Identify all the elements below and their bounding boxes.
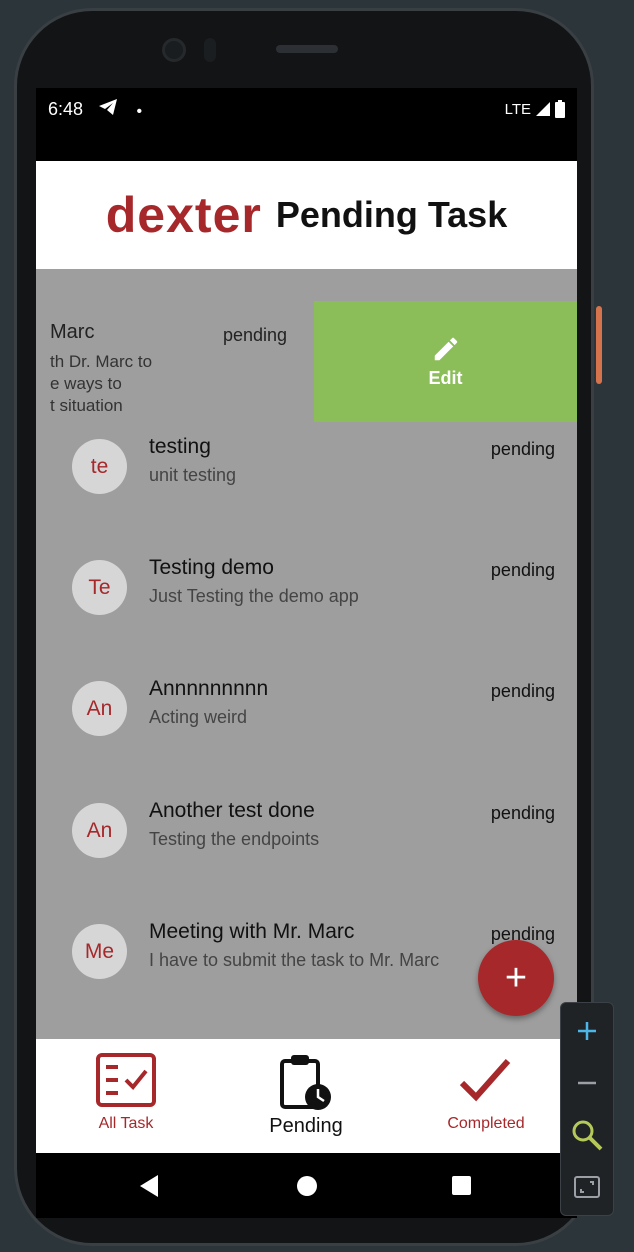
task-status: pending — [490, 439, 555, 459]
emulator-zoom-panel — [560, 1002, 614, 1216]
task-title: testing — [149, 435, 211, 458]
task-subtitle: Testing the endpoints — [149, 829, 320, 849]
task-subtitle: unit testing — [149, 465, 237, 485]
minus-icon — [578, 1081, 596, 1085]
nav-all-task-label: All Task — [98, 1115, 154, 1132]
swiped-item-title: Marc — [50, 321, 95, 343]
screen: 6:48 • LTE dexter Pending Task Marc th D… — [36, 88, 577, 1218]
task-subtitle: Acting weird — [149, 707, 248, 727]
add-task-button[interactable]: + — [478, 940, 554, 1016]
list-item[interactable]: te testing unit testing pending — [36, 423, 577, 544]
task-title: Annnnnnnnn — [149, 677, 269, 700]
task-list: Marc th Dr. Marc to e ways to t situatio… — [36, 269, 577, 1039]
avatar: te — [72, 439, 127, 494]
app-header: dexter Pending Task — [36, 161, 577, 269]
zoom-actual-size-button[interactable] — [561, 1109, 613, 1161]
checklist-icon — [96, 1053, 156, 1107]
swiped-item-status: pending — [223, 325, 288, 345]
recents-icon[interactable] — [452, 1176, 471, 1195]
nav-pending-label: Pending — [269, 1115, 343, 1137]
dot-icon: • — [136, 103, 143, 120]
status-right: LTE — [505, 100, 565, 118]
fit-screen-icon — [574, 1176, 600, 1198]
fit-screen-button[interactable] — [561, 1161, 613, 1213]
zoom-in-button[interactable] — [561, 1005, 613, 1057]
status-time: 6:48 — [48, 99, 84, 119]
task-status: pending — [490, 803, 555, 823]
task-title: Another test done — [149, 799, 315, 822]
edit-label: Edit — [428, 368, 463, 388]
avatar: An — [72, 803, 127, 858]
battery-icon — [555, 100, 565, 118]
signal-icon — [536, 102, 550, 116]
system-navigation-bar — [36, 1153, 577, 1218]
edit-swipe-action[interactable]: Edit — [314, 301, 577, 422]
nav-completed[interactable]: Completed — [406, 1053, 566, 1133]
bottom-navigation: All Task Pending Completed — [36, 1039, 577, 1153]
pencil-icon — [434, 337, 457, 361]
magnifier-icon — [572, 1120, 603, 1151]
network-type: LTE — [504, 100, 531, 118]
avatar: Te — [72, 560, 127, 615]
status-bar: 6:48 • LTE — [36, 88, 577, 132]
swiped-list-item[interactable]: Marc th Dr. Marc to e ways to t situatio… — [36, 301, 577, 423]
task-subtitle: Just Testing the demo app — [149, 586, 359, 606]
power-button[interactable] — [596, 306, 602, 384]
nav-pending[interactable]: Pending — [226, 1053, 386, 1138]
task-status: pending — [490, 681, 555, 701]
zoom-out-button[interactable] — [561, 1057, 613, 1109]
plus-icon — [578, 1022, 596, 1040]
nav-all-task[interactable]: All Task — [46, 1053, 206, 1133]
earpiece-speaker — [276, 45, 338, 53]
task-title: Meeting with Mr. Marc — [149, 920, 355, 943]
checkmark-icon — [459, 1059, 511, 1102]
back-icon[interactable] — [140, 1175, 158, 1197]
nav-completed-label: Completed — [447, 1115, 525, 1132]
task-title: Testing demo — [149, 556, 274, 579]
avatar: Me — [72, 924, 127, 979]
task-status: pending — [490, 560, 555, 580]
swiped-item-subtitle: th Dr. Marc to e ways to t situation — [50, 352, 153, 415]
list-item[interactable]: An Annnnnnnnn Acting weird pending — [36, 665, 577, 786]
plus-icon: + — [504, 956, 528, 999]
brand-logo: dexter — [105, 187, 262, 243]
page-title: Pending Task — [275, 194, 508, 235]
sensor — [204, 38, 216, 62]
avatar: An — [72, 681, 127, 736]
list-item[interactable]: Te Testing demo Just Testing the demo ap… — [36, 544, 577, 665]
camera-icon — [162, 38, 186, 62]
task-subtitle: I have to submit the task to Mr. Marc — [149, 950, 440, 970]
list-item[interactable]: An Another test done Testing the endpoin… — [36, 787, 577, 908]
home-icon[interactable] — [297, 1176, 317, 1196]
clipboard-clock-icon — [280, 1055, 331, 1110]
telegram-icon: • — [98, 98, 142, 121]
